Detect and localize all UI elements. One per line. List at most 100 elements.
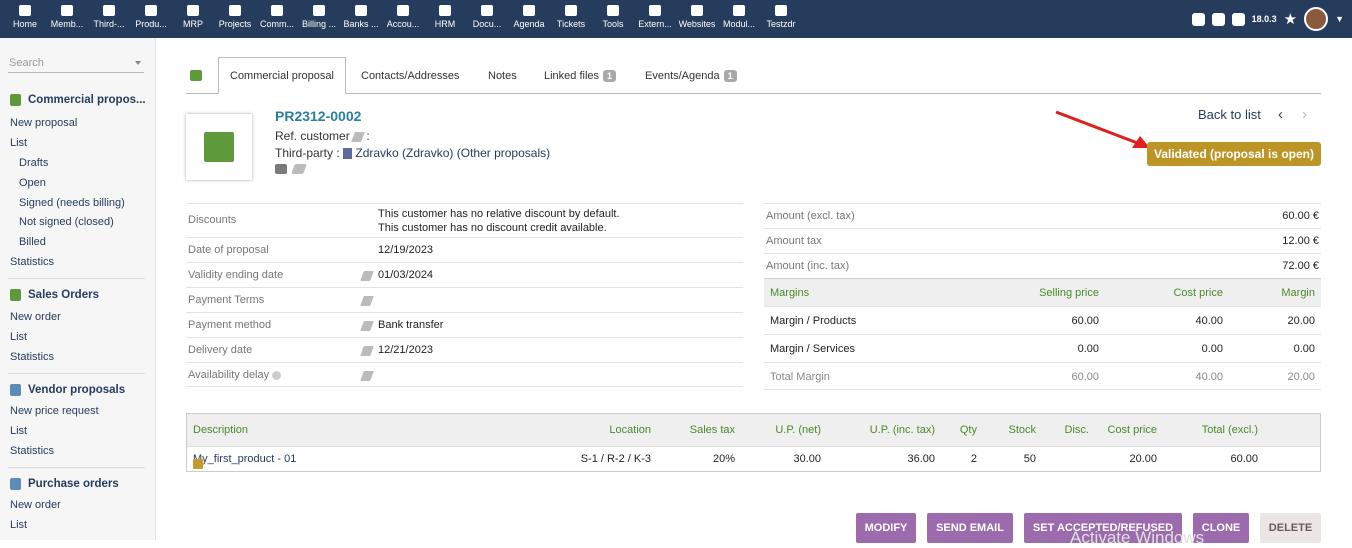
member-icon: [61, 5, 73, 16]
margin-value: 20.00: [1287, 315, 1315, 327]
edit-pencil-icon[interactable]: [360, 321, 374, 331]
sidebar-item-signed[interactable]: Signed (needs billing): [19, 197, 125, 209]
count-badge: 1: [603, 69, 617, 82]
version-label: 18.0.3: [1251, 14, 1277, 24]
amount-row-tax: Amount tax 12.00 €: [764, 228, 1321, 253]
thirdparty-link[interactable]: Zdravko (Zdravko): [355, 146, 453, 160]
sidebar-head-purchase-orders[interactable]: Purchase orders: [10, 478, 119, 490]
field-label: Discounts: [188, 214, 237, 226]
topmenu-item-18[interactable]: Testzdr: [760, 0, 802, 38]
tab-contacts[interactable]: Contacts/Addresses: [361, 57, 459, 94]
topmenu-item-9[interactable]: Accou...: [382, 0, 424, 38]
field-value: This customer has no relative discount b…: [378, 208, 620, 220]
edit-pencil-icon[interactable]: [360, 296, 374, 306]
project-link-icon[interactable]: [275, 164, 287, 174]
topmenu-item-14[interactable]: Tools: [592, 0, 634, 38]
margins-col-selling: Selling price: [1039, 287, 1099, 299]
topmenu-item-7[interactable]: Billing ...: [298, 0, 340, 38]
bug-icon[interactable]: [1191, 12, 1205, 26]
topmenu-item-0[interactable]: Home: [4, 0, 46, 38]
edit-pencil-icon[interactable]: [351, 131, 365, 142]
tab-linked-files[interactable]: Linked files 1: [544, 57, 617, 94]
proposal-tab-icon[interactable]: [190, 57, 202, 94]
sidebar-item-open[interactable]: Open: [19, 177, 46, 189]
sidebar-item-statistics[interactable]: Statistics: [10, 351, 54, 363]
topmenu-item-16[interactable]: Websites: [676, 0, 718, 38]
help-icon[interactable]: [1231, 12, 1245, 26]
search-input[interactable]: Search: [8, 57, 144, 73]
sidebar-item-list[interactable]: List: [10, 425, 27, 437]
tab-commercial-proposal[interactable]: Commercial proposal: [218, 57, 346, 94]
topmenu-item-4[interactable]: MRP: [172, 0, 214, 38]
line-description[interactable]: My_first_product - 01: [193, 453, 296, 469]
topmenu-item-15[interactable]: Extern...: [634, 0, 676, 38]
topmenu-item-8[interactable]: Banks ...: [340, 0, 382, 38]
back-to-list-link[interactable]: Back to list: [1198, 107, 1261, 122]
modify-button[interactable]: MODIFY: [856, 513, 916, 543]
chevron-down-icon[interactable]: [135, 61, 141, 65]
tab-notes[interactable]: Notes: [488, 57, 517, 94]
amount-label: Amount (excl. tax): [766, 210, 855, 222]
sidebar-head-vendor-proposals[interactable]: Vendor proposals: [10, 384, 125, 396]
sidebar-head-commercial[interactable]: Commercial propos...: [10, 94, 146, 106]
topmenu-item-12[interactable]: Agenda: [508, 0, 550, 38]
topmenu-item-2[interactable]: Third-...: [88, 0, 130, 38]
sidebar-head-sales-orders[interactable]: Sales Orders: [10, 289, 99, 301]
suitcase-icon: [271, 5, 283, 16]
edit-pencil-icon[interactable]: [360, 346, 374, 356]
sidebar-head-label: Commercial propos...: [28, 94, 146, 106]
purchase-order-icon: [10, 478, 21, 490]
sidebar-item-new-proposal[interactable]: New proposal: [10, 117, 77, 129]
sitemap-icon: [229, 5, 241, 16]
other-proposals-link[interactable]: (Other proposals): [457, 146, 550, 160]
sidebar-item-statistics[interactable]: Statistics: [10, 256, 54, 268]
next-record-icon[interactable]: ›: [1302, 106, 1307, 123]
field-label: Payment Terms: [188, 294, 265, 306]
sidebar-item-new-price-request[interactable]: New price request: [10, 405, 99, 417]
sidebar-item-list[interactable]: List: [10, 331, 27, 343]
edit-pencil-icon[interactable]: [291, 164, 307, 174]
topmenu-item-10[interactable]: HRM: [424, 0, 466, 38]
amount-value: 12.00 €: [1282, 235, 1319, 247]
product-link[interactable]: My_first_product - 01: [193, 453, 296, 465]
sidebar-item-new-order[interactable]: New order: [10, 499, 61, 511]
topmenu-item-1[interactable]: Memb...: [46, 0, 88, 38]
col-disc: Disc.: [1064, 424, 1089, 436]
sidebar-item-not-signed[interactable]: Not signed (closed): [19, 216, 114, 228]
delete-button[interactable]: DELETE: [1260, 513, 1321, 543]
user-avatar[interactable]: [1304, 7, 1329, 31]
sidebar-item-list[interactable]: List: [10, 137, 27, 149]
info-icon[interactable]: [272, 370, 282, 380]
margin-label: Margin / Services: [770, 343, 855, 355]
topmenu-item-5[interactable]: Projects: [214, 0, 256, 38]
home-icon: [19, 5, 31, 16]
col-up-net: U.P. (net): [775, 424, 821, 436]
edit-pencil-icon[interactable]: [360, 271, 374, 281]
tab-events[interactable]: Events/Agenda 1: [645, 57, 737, 94]
topmenu-item-13[interactable]: Tickets: [550, 0, 592, 38]
topmenu-item-17[interactable]: Modul...: [718, 0, 760, 38]
margin-label: Margin / Products: [770, 315, 857, 327]
send-email-button[interactable]: SEND EMAIL: [927, 513, 1013, 543]
printer-icon[interactable]: [1211, 12, 1225, 26]
sidebar-item-billed[interactable]: Billed: [19, 236, 46, 248]
sidebar-item-list[interactable]: List: [10, 519, 27, 531]
sidebar-item-new-order[interactable]: New order: [10, 311, 61, 323]
previous-record-icon[interactable]: ‹: [1278, 106, 1283, 123]
margin-cost: 40.00: [1195, 315, 1223, 327]
edit-pencil-icon[interactable]: [360, 371, 374, 381]
field-value: Bank transfer: [378, 319, 444, 331]
topmenu-label: Extern...: [638, 19, 672, 29]
chevron-down-icon[interactable]: ▼: [1335, 14, 1344, 24]
topmenu-item-3[interactable]: Produ...: [130, 0, 172, 38]
topmenu-item-11[interactable]: Docu...: [466, 0, 508, 38]
sidebar-item-drafts[interactable]: Drafts: [19, 157, 48, 169]
topmenu-label: Agenda: [513, 19, 545, 29]
line-up-inc: 36.00: [907, 453, 935, 465]
topmenu-item-6[interactable]: Comm...: [256, 0, 298, 38]
sidebar-item-statistics[interactable]: Statistics: [10, 445, 54, 457]
field-value: 12/19/2023: [378, 244, 434, 256]
bookmark-star-icon[interactable]: ★: [1284, 12, 1297, 27]
building-icon: [343, 148, 353, 160]
table-row[interactable]: My_first_product - 01 S-1 / R-2 / K-3 20…: [187, 446, 1320, 471]
